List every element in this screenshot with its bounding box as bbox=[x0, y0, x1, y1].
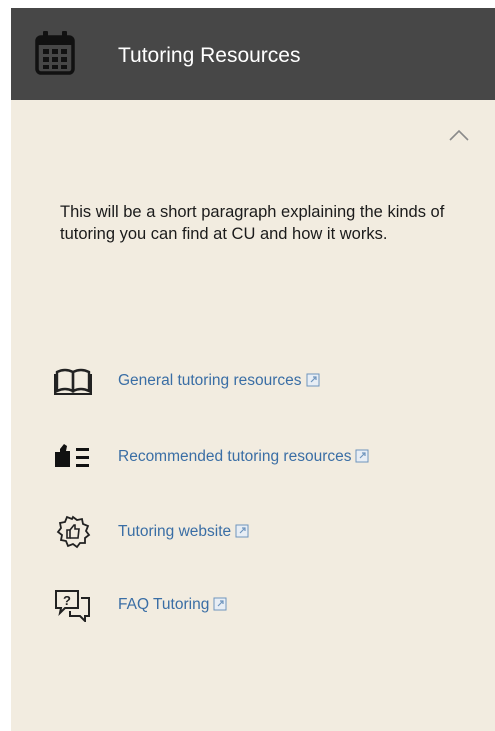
calendar-icon bbox=[35, 30, 75, 76]
link-row-website[interactable]: Tutoring website bbox=[51, 515, 471, 549]
svg-text:?: ? bbox=[63, 593, 71, 608]
external-link-icon bbox=[235, 524, 249, 538]
panel-title: Tutoring Resources bbox=[118, 44, 301, 67]
chevron-up-icon[interactable] bbox=[447, 126, 471, 144]
intro-paragraph: This will be a short paragraph explainin… bbox=[60, 203, 445, 243]
tutoring-website-link[interactable]: Tutoring website bbox=[118, 523, 249, 541]
faq-tutoring-label: FAQ Tutoring bbox=[118, 596, 210, 613]
external-link-icon bbox=[213, 597, 227, 611]
link-row-faq[interactable]: ? FAQ Tutoring bbox=[51, 588, 471, 624]
thumbs-up-badge-icon bbox=[51, 515, 103, 549]
recommended-tutoring-label: Recommended tutoring resources bbox=[118, 448, 352, 465]
question-chat-icon: ? bbox=[51, 588, 103, 624]
tutoring-resources-panel: Tutoring Resources This will be a short … bbox=[11, 8, 495, 731]
panel-header: Tutoring Resources bbox=[11, 8, 495, 100]
external-link-icon bbox=[306, 373, 320, 387]
external-link-icon bbox=[355, 449, 369, 463]
general-tutoring-link[interactable]: General tutoring resources bbox=[118, 372, 320, 390]
faq-tutoring-link[interactable]: FAQ Tutoring bbox=[118, 596, 227, 614]
recommended-list-icon bbox=[51, 440, 103, 474]
recommended-tutoring-link[interactable]: Recommended tutoring resources bbox=[118, 448, 369, 466]
link-row-recommended[interactable]: Recommended tutoring resources bbox=[51, 440, 471, 474]
general-tutoring-label: General tutoring resources bbox=[118, 372, 302, 389]
link-row-general[interactable]: General tutoring resources bbox=[51, 364, 471, 398]
open-book-icon bbox=[51, 364, 103, 398]
tutoring-website-label: Tutoring website bbox=[118, 523, 232, 540]
